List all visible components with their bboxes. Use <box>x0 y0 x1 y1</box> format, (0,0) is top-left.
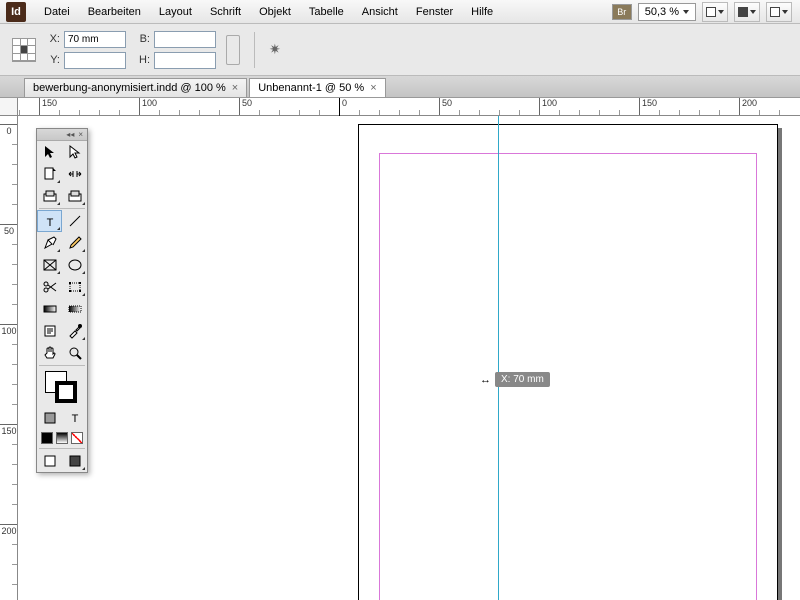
gradient-swatch-tool[interactable] <box>37 298 62 320</box>
menu-tabelle[interactable]: Tabelle <box>301 3 352 21</box>
y-input[interactable] <box>64 52 126 69</box>
hand-tool[interactable] <box>37 342 62 364</box>
menubar: Id Datei Bearbeiten Layout Schrift Objek… <box>0 0 800 24</box>
ruler-tick: 0 <box>0 124 18 136</box>
menu-hilfe[interactable]: Hilfe <box>463 3 501 21</box>
fill-stroke-swatch[interactable] <box>37 367 87 407</box>
arrange-documents-button[interactable] <box>766 2 792 22</box>
pen-tool[interactable] <box>37 232 62 254</box>
normal-view-button[interactable] <box>37 450 62 472</box>
resize-horizontal-icon: ↔ <box>480 374 491 386</box>
collapse-icon[interactable]: ◂◂ <box>66 130 74 139</box>
direct-selection-tool[interactable] <box>62 141 87 163</box>
type-tool[interactable]: T <box>37 210 62 232</box>
tab-label: bewerbung-anonymisiert.indd @ 100 % <box>33 82 226 94</box>
free-transform-tool[interactable] <box>62 276 87 298</box>
ruler-tick: 100 <box>139 98 157 116</box>
y-label: Y: <box>46 54 60 66</box>
effects-icon[interactable]: ✷ <box>269 41 281 58</box>
menu-bearbeiten[interactable]: Bearbeiten <box>80 3 149 21</box>
page-tool[interactable] <box>37 163 62 185</box>
canvas[interactable]: ↔ X: 70 mm <box>18 116 800 600</box>
vertical-guide[interactable] <box>498 116 499 600</box>
ruler-tick: 150 <box>39 98 57 116</box>
note-tool[interactable] <box>37 320 62 342</box>
app-logo: Id <box>6 2 26 22</box>
close-icon[interactable]: × <box>232 82 238 94</box>
eyedropper-tool[interactable] <box>62 320 87 342</box>
content-collector-tool[interactable] <box>37 185 62 207</box>
height-input[interactable] <box>154 52 216 69</box>
ruler-tick: 150 <box>0 424 18 436</box>
preview-view-button[interactable] <box>62 450 87 472</box>
ruler-tick: 200 <box>0 524 18 536</box>
x-label: X: <box>46 33 60 45</box>
tab-bewerbung[interactable]: bewerbung-anonymisiert.indd @ 100 % × <box>24 78 247 97</box>
rectangle-frame-tool[interactable] <box>37 254 62 276</box>
tab-label: Unbenannt-1 @ 50 % <box>258 82 364 94</box>
document-tabbar: bewerbung-anonymisiert.indd @ 100 % × Un… <box>0 76 800 98</box>
guide-position-value: X: 70 mm <box>495 372 550 387</box>
apply-gradient-button[interactable] <box>56 432 68 444</box>
menu-layout[interactable]: Layout <box>151 3 200 21</box>
formatting-container-button[interactable] <box>37 407 62 429</box>
ellipse-tool[interactable] <box>62 254 87 276</box>
apply-none-button[interactable] <box>71 432 83 444</box>
stroke-swatch[interactable] <box>55 381 77 403</box>
menu-objekt[interactable]: Objekt <box>251 3 299 21</box>
ruler-tick: 50 <box>239 98 252 116</box>
b-label: B: <box>136 33 150 45</box>
x-input[interactable]: 70 mm <box>64 31 126 48</box>
menu-ansicht[interactable]: Ansicht <box>354 3 406 21</box>
formatting-text-button[interactable]: T <box>62 407 87 429</box>
svg-text:T: T <box>71 413 78 425</box>
ruler-tick: 150 <box>639 98 657 116</box>
gradient-feather-tool[interactable] <box>62 298 87 320</box>
ruler-tick: 50 <box>0 224 18 236</box>
ruler-tick: 200 <box>739 98 757 116</box>
content-placer-tool[interactable] <box>62 185 87 207</box>
svg-text:T: T <box>46 217 53 229</box>
workspace: 150 100 50 0 50 100 150 200 0 50 100 150 200 ↔ X: 7… <box>0 98 800 600</box>
close-icon[interactable]: × <box>370 82 376 94</box>
h-label: H: <box>136 54 150 66</box>
ruler-origin-marker <box>339 98 340 116</box>
ruler-tick: 50 <box>439 98 452 116</box>
ruler-tick: 100 <box>539 98 557 116</box>
tools-panel[interactable]: ◂◂ × T T <box>36 128 88 473</box>
menu-schrift[interactable]: Schrift <box>202 3 249 21</box>
guide-position-tooltip: ↔ X: 70 mm <box>480 372 550 387</box>
constrain-proportions-icon[interactable] <box>226 35 240 65</box>
reference-point-grid[interactable] <box>12 38 36 62</box>
menu-fenster[interactable]: Fenster <box>408 3 461 21</box>
pencil-tool[interactable] <box>62 232 87 254</box>
chevron-down-icon <box>683 10 689 14</box>
gap-tool[interactable] <box>62 163 87 185</box>
close-icon[interactable]: × <box>78 130 83 139</box>
control-bar: X: 70 mm Y: B: H: ✷ <box>0 24 800 76</box>
ruler-horizontal[interactable]: 150 100 50 0 50 100 150 200 <box>18 98 800 116</box>
ruler-origin-corner[interactable] <box>0 98 18 116</box>
tab-unbenannt[interactable]: Unbenannt-1 @ 50 % × <box>249 78 385 97</box>
margin-guides <box>379 153 757 600</box>
apply-color-button[interactable] <box>41 432 53 444</box>
screen-mode-button[interactable] <box>734 2 760 22</box>
line-tool[interactable] <box>62 210 87 232</box>
view-options-button[interactable] <box>702 2 728 22</box>
ruler-tick: 0 <box>339 98 347 116</box>
page[interactable] <box>358 124 778 600</box>
width-input[interactable] <box>154 31 216 48</box>
scissors-tool[interactable] <box>37 276 62 298</box>
zoom-level-value: 50,3 % <box>645 6 679 18</box>
zoom-tool[interactable] <box>62 342 87 364</box>
bridge-icon[interactable]: Br <box>612 4 632 20</box>
ruler-vertical[interactable]: 0 50 100 150 200 <box>0 116 18 600</box>
menu-datei[interactable]: Datei <box>36 3 78 21</box>
zoom-level-dropdown[interactable]: 50,3 % <box>638 3 696 21</box>
selection-tool[interactable] <box>37 141 62 163</box>
tools-panel-header[interactable]: ◂◂ × <box>37 129 87 141</box>
ruler-tick: 100 <box>0 324 18 336</box>
